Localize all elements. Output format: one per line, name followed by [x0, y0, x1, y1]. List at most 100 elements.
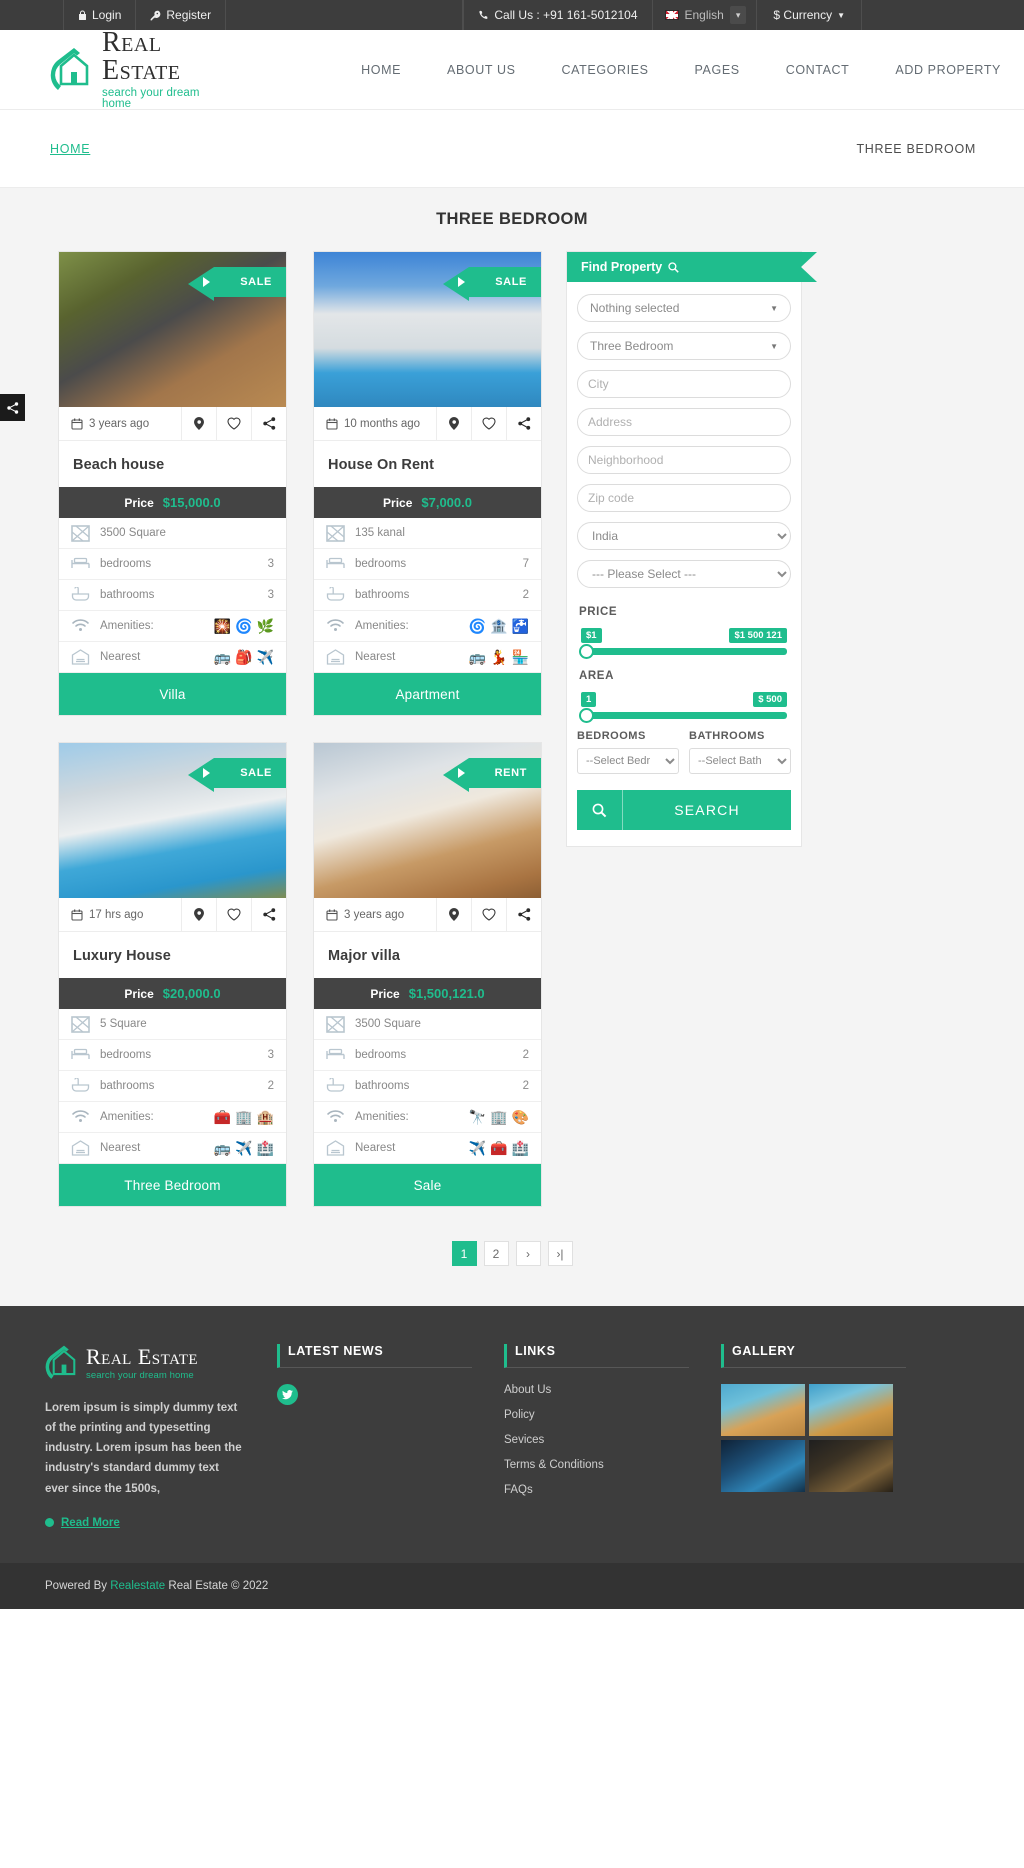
- city-input[interactable]: [577, 370, 791, 398]
- copyright-brand[interactable]: Realestate: [110, 1580, 165, 1592]
- price-slider-track[interactable]: [585, 648, 787, 655]
- spec-nearest: Nearest 🚌 ✈️ 🏥: [59, 1133, 286, 1164]
- price-max-bubble: $1 500 121: [729, 628, 787, 643]
- map-pin-icon[interactable]: [181, 407, 216, 440]
- price-bar: Price $1,500,121.0: [314, 978, 541, 1009]
- share-icon[interactable]: [506, 407, 541, 440]
- share-sidebar-toggle[interactable]: [0, 394, 25, 421]
- property-card[interactable]: SALE 10 months ago House On Rent Price $…: [313, 251, 542, 716]
- status-badge: RENT: [442, 758, 541, 792]
- calendar-icon: [71, 418, 83, 430]
- search-button[interactable]: SEARCH: [577, 790, 791, 830]
- share-icon[interactable]: [251, 898, 286, 931]
- language-selector[interactable]: English ▾: [653, 0, 758, 30]
- nearest-icon: ✈️: [256, 649, 274, 665]
- area-slider-track[interactable]: [585, 712, 787, 719]
- footer-link-terms[interactable]: Terms & Conditions: [504, 1459, 689, 1471]
- pagination-next[interactable]: ›: [515, 1241, 541, 1266]
- site-logo[interactable]: Real Estate search your dream home: [50, 28, 223, 111]
- property-title[interactable]: Major villa: [314, 932, 541, 978]
- call-us-item[interactable]: Call Us : +91 161-5012104: [463, 0, 653, 30]
- footer-logo[interactable]: Real Estate search your dream home: [45, 1344, 245, 1382]
- card-meta-row: 3 years ago: [59, 407, 286, 441]
- read-more-link[interactable]: Read More: [45, 1517, 245, 1529]
- category-select[interactable]: Nothing selected ▼: [577, 294, 791, 322]
- bedrooms-filter-select[interactable]: --Select Bedr: [577, 748, 679, 774]
- login-button[interactable]: Login: [63, 0, 137, 30]
- footer-gallery-column: GALLERY: [721, 1344, 906, 1529]
- property-title[interactable]: House On Rent: [314, 441, 541, 487]
- bathrooms-filter-select[interactable]: --Select Bath: [689, 748, 791, 774]
- property-category-button[interactable]: Villa: [59, 673, 286, 715]
- favorite-heart-icon[interactable]: [216, 407, 251, 440]
- area-slider-knob[interactable]: [579, 708, 594, 723]
- nav-item-categories[interactable]: CATEGORIES: [539, 53, 672, 87]
- gallery-thumb[interactable]: [809, 1384, 893, 1436]
- property-category-button[interactable]: Three Bedroom: [59, 1164, 286, 1206]
- pagination-page-2[interactable]: 2: [483, 1241, 509, 1266]
- price-slider[interactable]: $1 $1 500 121: [579, 628, 789, 662]
- footer-link-services[interactable]: Sevices: [504, 1434, 689, 1446]
- footer-link-faqs[interactable]: FAQs: [504, 1484, 689, 1496]
- nav-item-pages[interactable]: PAGES: [672, 53, 763, 87]
- pagination-page-1[interactable]: 1: [451, 1241, 477, 1266]
- country-select[interactable]: India: [577, 522, 791, 550]
- bathrooms-label: bathrooms: [355, 589, 410, 601]
- posted-date-label: 10 months ago: [344, 417, 421, 430]
- favorite-heart-icon[interactable]: [471, 898, 506, 931]
- gallery-thumb[interactable]: [721, 1384, 805, 1436]
- property-title[interactable]: Beach house: [59, 441, 286, 487]
- breadcrumb-home-link[interactable]: HOME: [50, 142, 90, 156]
- share-icon[interactable]: [506, 898, 541, 931]
- footer-link-about-us[interactable]: About Us: [504, 1384, 689, 1396]
- address-input[interactable]: [577, 408, 791, 436]
- area-value: 3500 Square: [100, 527, 166, 539]
- gallery-thumb[interactable]: [721, 1440, 805, 1492]
- register-label: Register: [166, 8, 212, 22]
- favorite-heart-icon[interactable]: [471, 407, 506, 440]
- property-card[interactable]: SALE 17 hrs ago Luxury House Price $20,0…: [58, 742, 287, 1207]
- property-category-button[interactable]: Apartment: [314, 673, 541, 715]
- amenities-icons: 🧰 🏢 🏨: [214, 1110, 274, 1124]
- map-pin-icon[interactable]: [436, 407, 471, 440]
- nav-item-home[interactable]: HOME: [338, 53, 424, 87]
- property-image[interactable]: SALE: [59, 252, 286, 407]
- property-image[interactable]: RENT: [314, 743, 541, 898]
- pagination-last[interactable]: ›|: [547, 1241, 573, 1266]
- category-select-value: Nothing selected: [590, 301, 680, 315]
- map-pin-icon[interactable]: [181, 898, 216, 931]
- state-select[interactable]: --- Please Select ---: [577, 560, 791, 588]
- price-slider-knob[interactable]: [579, 644, 594, 659]
- nav-item-add-property[interactable]: ADD PROPERTY: [872, 53, 1024, 87]
- posted-date: 3 years ago: [314, 898, 436, 931]
- nav-item-about-us[interactable]: ABOUT US: [424, 53, 538, 87]
- nav-item-contact[interactable]: CONTACT: [763, 53, 873, 87]
- property-image[interactable]: SALE: [59, 743, 286, 898]
- neighborhood-input[interactable]: [577, 446, 791, 474]
- nearest-icon: 🏪: [511, 649, 529, 665]
- bed-icon: [326, 1047, 345, 1064]
- bed-bath-row: BEDROOMS --Select Bedr BATHROOMS --Selec…: [577, 730, 791, 774]
- twitter-icon[interactable]: [277, 1384, 298, 1405]
- property-card[interactable]: RENT 3 years ago Major villa Price $1,50…: [313, 742, 542, 1207]
- gallery-thumb[interactable]: [809, 1440, 893, 1492]
- footer-link-policy[interactable]: Policy: [504, 1409, 689, 1421]
- ribbon-arrow-icon: [203, 768, 211, 778]
- share-icon[interactable]: [251, 407, 286, 440]
- wifi-icon: [71, 1109, 90, 1126]
- zip-code-input[interactable]: [577, 484, 791, 512]
- bed-icon: [71, 1047, 90, 1064]
- property-category-button[interactable]: Sale: [314, 1164, 541, 1206]
- register-button[interactable]: Register: [136, 0, 227, 30]
- map-pin-icon[interactable]: [436, 898, 471, 931]
- currency-selector[interactable]: $ Currency ▼: [757, 0, 862, 30]
- property-image[interactable]: SALE: [314, 252, 541, 407]
- favorite-heart-icon[interactable]: [216, 898, 251, 931]
- property-card[interactable]: SALE 3 years ago Beach house Price $15,0…: [58, 251, 287, 716]
- nearest-icon: ✈️: [468, 1140, 487, 1156]
- property-type-select[interactable]: Three Bedroom ▼: [577, 332, 791, 360]
- chevron-down-icon[interactable]: ▾: [729, 6, 747, 24]
- property-title[interactable]: Luxury House: [59, 932, 286, 978]
- wifi-icon: [71, 618, 90, 635]
- area-slider[interactable]: 1 $ 500: [579, 692, 789, 726]
